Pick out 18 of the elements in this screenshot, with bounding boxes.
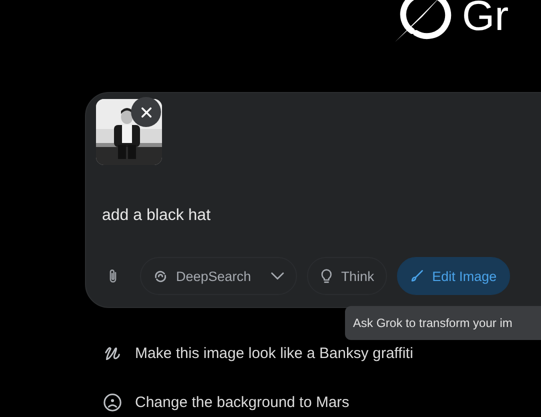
face-icon xyxy=(103,393,122,412)
brush-icon xyxy=(410,269,424,283)
tooltip: Ask Grok to transform your im xyxy=(345,306,541,340)
mode-toggle[interactable]: Think xyxy=(307,257,388,295)
close-icon xyxy=(140,106,152,118)
lightbulb-icon xyxy=(320,268,334,284)
mode-toggle[interactable]: Edit Image xyxy=(397,257,510,295)
chevron-down-icon xyxy=(271,272,284,280)
suggestion-item[interactable]: Change the background to Mars xyxy=(103,393,541,412)
prompt-field[interactable]: add a black hat xyxy=(102,203,482,229)
paperclip-icon xyxy=(108,268,118,284)
logo-text: Gr xyxy=(462,0,509,40)
suggestion-text: Make this image look like a Banksy graffiti xyxy=(135,345,414,362)
scribble-icon xyxy=(103,344,122,363)
suggestion-text: Change the background to Mars xyxy=(135,394,350,411)
spiral-icon xyxy=(153,268,168,284)
suggestion-item[interactable]: Make this image look like a Banksy graffiti xyxy=(103,344,541,363)
mode-dropdown[interactable]: DeepSearch xyxy=(140,257,298,295)
